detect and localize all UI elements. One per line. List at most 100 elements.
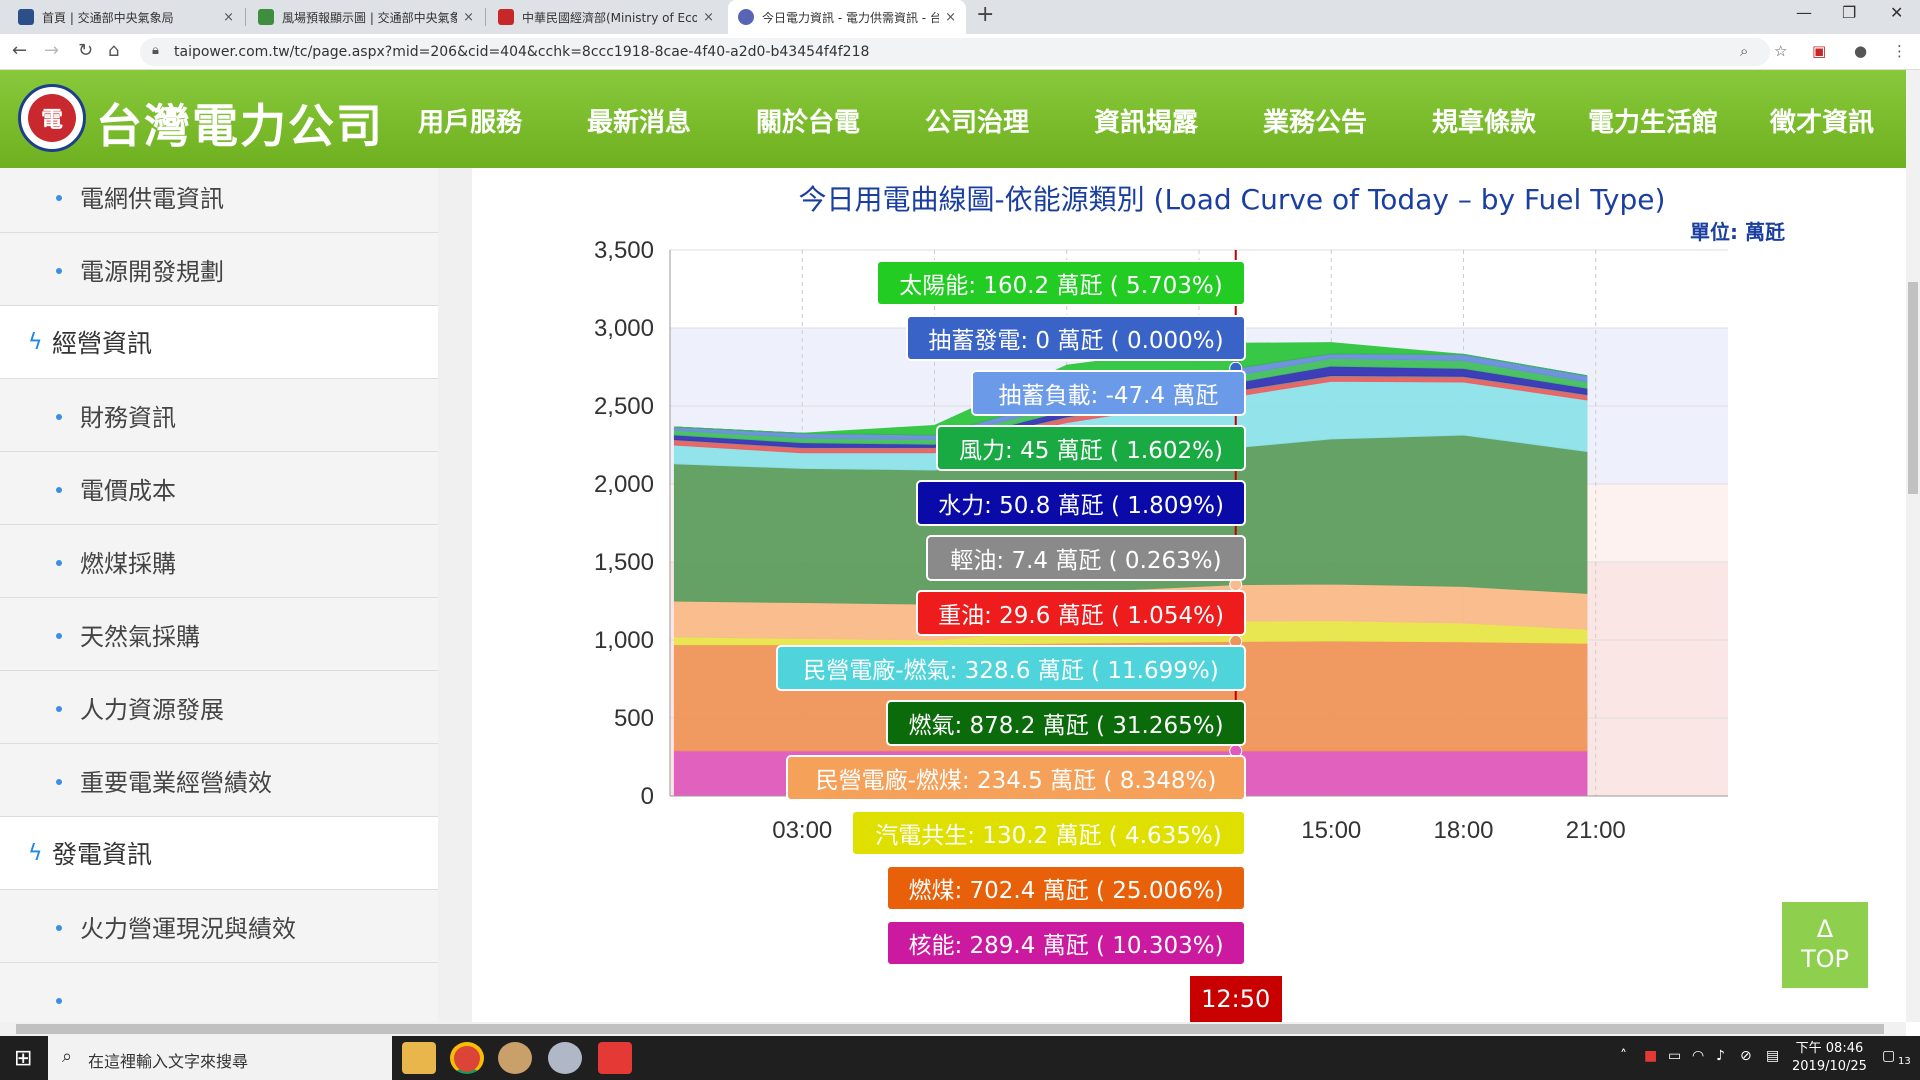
back-arrow-icon[interactable]: ← bbox=[12, 40, 27, 61]
tooltip-item-燃氣: 燃氣: 878.2 萬瓩 ( 31.265%) bbox=[886, 700, 1246, 746]
tooltip-item-重油: 重油: 29.6 萬瓩 ( 1.054%) bbox=[916, 590, 1246, 636]
forward-arrow-icon[interactable]: → bbox=[44, 40, 59, 61]
taskbar-search-box[interactable]: ⌕ 在這裡輸入文字來搜尋 bbox=[48, 1036, 392, 1080]
y-tick-label: 1,000 bbox=[594, 627, 654, 654]
tray-wifi-icon[interactable]: ◠ bbox=[1692, 1048, 1704, 1064]
tooltip-item-汽電共生: 汽電共生: 130.2 萬瓩 ( 4.635%) bbox=[851, 810, 1246, 856]
sidebar-item-label: 發電資訊 bbox=[52, 840, 153, 869]
sidebar-item-label: 人力資源發展 bbox=[80, 695, 224, 724]
tab-favicon-icon bbox=[498, 9, 514, 25]
tab-close-icon[interactable]: × bbox=[463, 10, 474, 25]
sidebar-item-label: 電價成本 bbox=[80, 476, 176, 505]
tab-moea[interactable]: 中華民國經濟部(Ministry of Eco × bbox=[488, 0, 724, 34]
sidebar-item-label: 電源開發規劃 bbox=[80, 257, 224, 286]
taipower-logo-icon[interactable]: 電 bbox=[18, 84, 86, 152]
tooltip-item-抽蓄發電: 抽蓄發電: 0 萬瓩 ( 0.000%) bbox=[906, 315, 1246, 361]
minimize-icon[interactable]: — bbox=[1796, 3, 1812, 22]
profile-icon[interactable]: ● bbox=[1854, 42, 1867, 60]
tooltip-item-風力: 風力: 45 萬瓩 ( 1.602%) bbox=[936, 425, 1246, 471]
sidebar-item-price-cost[interactable]: 電價成本 bbox=[0, 452, 438, 525]
sidebar-item-label: 財務資訊 bbox=[80, 403, 176, 432]
tab-close-icon[interactable]: × bbox=[703, 10, 714, 25]
new-tab-button[interactable]: + bbox=[976, 2, 994, 27]
windows-taskbar: ⊞ ⌕ 在這裡輸入文字來搜尋 ˄ ■ ▭ ◠ ♪ ⊘ ▤ 下午 08:46 20… bbox=[0, 1036, 1920, 1080]
app-icon-sketchup[interactable] bbox=[598, 1042, 632, 1074]
tab-close-icon[interactable]: × bbox=[223, 10, 234, 25]
taskbar-search-placeholder: 在這裡輸入文字來搜尋 bbox=[88, 1052, 249, 1071]
top-label: TOP bbox=[1800, 945, 1850, 973]
sidebar-item-coal-purchase[interactable]: 燃煤採購 bbox=[0, 525, 438, 598]
tray-battery-icon[interactable]: ▭ bbox=[1668, 1048, 1681, 1064]
file-explorer-icon[interactable] bbox=[402, 1042, 436, 1074]
tab-wind-forecast[interactable]: 風場預報顯示圖 | 交通部中央氣象局 × bbox=[248, 0, 484, 34]
menu-dots-icon[interactable]: ⋮ bbox=[1892, 42, 1907, 60]
x-tick-label: 18:00 bbox=[1433, 817, 1493, 844]
tooltip-item-抽蓄負載: 抽蓄負載: -47.4 萬瓩 bbox=[971, 370, 1246, 416]
y-tick-label: 3,000 bbox=[594, 315, 654, 342]
tooltip-item-輕油: 輕油: 7.4 萬瓩 ( 0.263%) bbox=[926, 535, 1246, 581]
current-time-flag: 12:50 bbox=[1189, 976, 1282, 1022]
sidebar-item-label: 天然氣採購 bbox=[80, 622, 200, 651]
tab-close-icon[interactable]: × bbox=[945, 10, 956, 25]
nav-careers[interactable]: 徵才資訊 bbox=[1770, 102, 1874, 139]
site-logo-text[interactable]: 台灣電力公司 bbox=[96, 90, 384, 156]
address-bar[interactable]: 🔒︎ taipower.com.tw/tc/page.aspx?mid=206&… bbox=[140, 38, 1770, 66]
extension-icon[interactable]: ▣ bbox=[1812, 42, 1826, 60]
lock-icon[interactable]: 🔒︎ bbox=[152, 43, 159, 58]
tab-favicon-icon bbox=[258, 9, 274, 25]
sidebar-item-finance[interactable]: 財務資訊 bbox=[0, 379, 438, 452]
taskbar-time: 下午 08:46 bbox=[1795, 1041, 1864, 1056]
restore-icon[interactable]: ❐ bbox=[1842, 3, 1856, 22]
tray-network-icon[interactable]: ⊘ bbox=[1740, 1048, 1752, 1064]
tab-taipower-active[interactable]: 今日電力資訊 - 電力供需資訊 - 台 × bbox=[728, 0, 966, 34]
sidebar-item-label: 經營資訊 bbox=[52, 329, 153, 358]
nav-customer-service[interactable]: 用戶服務 bbox=[418, 102, 522, 139]
taskbar-clock[interactable]: 下午 08:46 2019/10/25 bbox=[1792, 1040, 1867, 1076]
zoom-icon[interactable]: ⌕ bbox=[1740, 42, 1748, 60]
nav-governance[interactable]: 公司治理 bbox=[925, 102, 1029, 139]
sidebar-item-gas-purchase[interactable]: 天然氣採購 bbox=[0, 598, 438, 671]
sidebar-item-label: 燃煤採購 bbox=[80, 549, 176, 578]
back-to-top-button[interactable]: Δ TOP bbox=[1782, 902, 1868, 988]
tray-volume-icon[interactable]: ♪ bbox=[1716, 1048, 1725, 1064]
bookmark-star-icon[interactable]: ☆ bbox=[1774, 42, 1787, 60]
sidebar-item-thermal-ops[interactable]: 火力營運現況與績效 bbox=[0, 890, 438, 963]
sidebar-item-hr[interactable]: 人力資源發展 bbox=[0, 671, 438, 744]
sidebar-item-more[interactable] bbox=[0, 963, 438, 1022]
app-icon-squirrel[interactable] bbox=[498, 1042, 532, 1074]
sidebar-gutter bbox=[438, 168, 472, 1022]
nav-life[interactable]: 電力生活館 bbox=[1588, 102, 1718, 139]
tooltip-item-民營電廠-燃氣: 民營電廠-燃氣: 328.6 萬瓩 ( 11.699%) bbox=[776, 645, 1246, 691]
sidebar-item-label: 重要電業經營績效 bbox=[80, 768, 272, 797]
tray-chevron-icon[interactable]: ˄ bbox=[1620, 1048, 1627, 1064]
windows-start-icon[interactable]: ⊞ bbox=[14, 1046, 32, 1071]
nav-regulations[interactable]: 規章條款 bbox=[1432, 102, 1536, 139]
horizontal-scrollbar-thumb[interactable] bbox=[16, 1024, 1884, 1034]
sidebar-item-power-planning[interactable]: 電源開發規劃 bbox=[0, 233, 438, 306]
y-tick-label: 500 bbox=[614, 705, 654, 732]
sidebar-item-performance[interactable]: 重要電業經營績效 bbox=[0, 744, 438, 817]
tray-security-icon[interactable]: ■ bbox=[1644, 1048, 1657, 1064]
home-icon[interactable]: ⌂ bbox=[108, 40, 119, 61]
nav-about[interactable]: 關於台電 bbox=[756, 102, 860, 139]
notification-count: 13 bbox=[1898, 1056, 1911, 1067]
app-icon-network[interactable] bbox=[548, 1042, 582, 1074]
vertical-scrollbar[interactable] bbox=[1906, 70, 1920, 1022]
tab-title: 首頁 | 交通部中央氣象局 bbox=[42, 10, 174, 25]
nav-announcements[interactable]: 業務公告 bbox=[1263, 102, 1367, 139]
nav-latest-news[interactable]: 最新消息 bbox=[587, 102, 691, 139]
tray-keyboard-icon[interactable]: ▤ bbox=[1766, 1048, 1779, 1064]
sidebar-item-grid-supply[interactable]: 電網供電資訊 bbox=[0, 168, 438, 233]
browser-toolbar: ← → ↻ ⌂ 🔒︎ taipower.com.tw/tc/page.aspx?… bbox=[0, 34, 1920, 70]
nav-disclosure[interactable]: 資訊揭露 bbox=[1094, 102, 1198, 139]
tab-title: 風場預報顯示圖 | 交通部中央氣象局 bbox=[282, 10, 458, 25]
sidebar-item-label: 電網供電資訊 bbox=[80, 184, 224, 213]
reload-icon[interactable]: ↻ bbox=[78, 40, 93, 61]
chrome-icon[interactable] bbox=[450, 1042, 484, 1074]
tab-cwb-home[interactable]: 首頁 | 交通部中央氣象局 × bbox=[8, 0, 244, 34]
sidebar-item-generation-info[interactable]: ϟ 發電資訊 bbox=[0, 817, 438, 890]
notification-icon[interactable]: ▢ bbox=[1882, 1048, 1895, 1064]
window-close-icon[interactable]: ✕ bbox=[1890, 3, 1903, 22]
sidebar-item-business-info[interactable]: ϟ 經營資訊 bbox=[0, 306, 438, 379]
vertical-scrollbar-thumb[interactable] bbox=[1908, 282, 1918, 494]
